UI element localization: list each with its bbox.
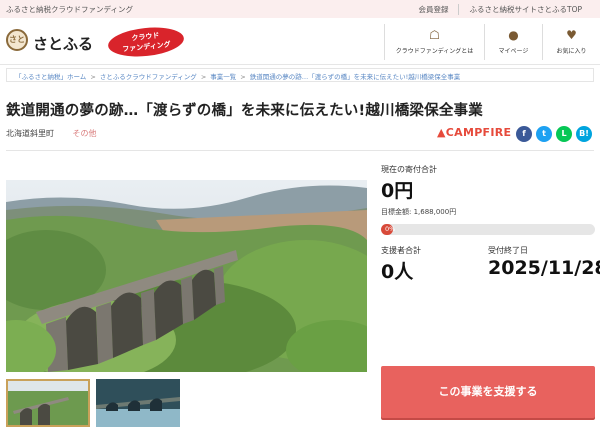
register-link[interactable]: 会員登録 — [408, 4, 458, 15]
project-location[interactable]: 北海道斜里町 — [6, 129, 54, 138]
thumbnail-image — [8, 381, 88, 425]
fire-icon: ▲ — [437, 126, 446, 139]
supporters-label: 支援者合計 — [381, 246, 421, 255]
satofull-top-link[interactable]: ふるさと納税サイトさとふるTOP — [458, 4, 592, 15]
site-label: ふるさと納税クラウドファンディング — [6, 5, 133, 14]
facebook-share-icon[interactable]: f — [516, 126, 532, 142]
project-category[interactable]: その他 — [73, 129, 97, 138]
header-nav: ☖ クラウドファンディングとは ● マイページ ♥ お気に入り — [384, 24, 600, 60]
building-icon: ☖ — [429, 28, 440, 42]
support-project-button[interactable]: この事業を支援する — [381, 366, 595, 418]
partner-name: CAMPFIRE — [445, 126, 512, 139]
nav-label: マイページ — [498, 48, 529, 55]
project-meta: 北海道斜里町 その他 — [6, 128, 97, 139]
breadcrumb: 「ふるさと納税」ホーム > さとふるクラウドファンディング > 事業一覧 > 鉄道開通の夢の… — [6, 68, 594, 82]
crowdfunding-badge[interactable]: クラウド ファンディング — [106, 24, 186, 60]
top-bar: ふるさと納税クラウドファンディング 会員登録 ふるさと納税サイトさとふるTOP — [0, 0, 600, 18]
thumbnail-bridge-photo[interactable] — [6, 379, 90, 427]
heart-icon: ♥ — [566, 28, 577, 42]
hatena-bookmark-icon[interactable]: B! — [576, 126, 592, 142]
current-total-value: 0円 — [381, 180, 414, 202]
bridge-landscape-image — [6, 180, 367, 372]
person-icon: ● — [508, 28, 519, 42]
breadcrumb-crowdfunding[interactable]: さとふるクラウドファンディング — [100, 73, 197, 81]
share-buttons: f t L B! — [516, 126, 592, 142]
breadcrumb-project-list[interactable]: 事業一覧 — [210, 73, 236, 81]
main-project-photo[interactable] — [6, 180, 367, 372]
logo-mark[interactable]: さと — [6, 29, 28, 51]
deadline-value: 2025/11/28 — [488, 257, 600, 279]
supporters-value: 0人 — [381, 261, 414, 283]
progress-percent: 0% — [385, 225, 396, 233]
nav-label: クラウドファンディングとは — [395, 48, 474, 55]
photo-thumbnails — [6, 379, 180, 427]
nav-mypage[interactable]: ● マイページ — [484, 24, 542, 60]
deadline-label: 受付終了日 — [488, 246, 528, 255]
twitter-share-icon[interactable]: t — [536, 126, 552, 142]
breadcrumb-home[interactable]: 「ふるさと納税」ホーム — [15, 73, 86, 81]
nav-about-crowdfunding[interactable]: ☖ クラウドファンディングとは — [384, 24, 484, 60]
breadcrumb-current[interactable]: 鉄道開通の夢の跡…「渡らずの橋」を未来に伝えたい!越川橋梁保全事業 — [250, 73, 460, 81]
current-total-label: 現在の寄付合計 — [381, 165, 437, 174]
logo-text[interactable]: さとふる — [33, 33, 93, 54]
thumbnail-image — [96, 379, 180, 427]
thumbnail-river-photo[interactable] — [96, 379, 180, 427]
site-header: さと さとふる クラウド ファンディング ☖ クラウドファンディングとは ● マ… — [0, 18, 600, 65]
page-title: 鉄道開通の夢の跡…「渡らずの橋」を未来に伝えたい!越川橋梁保全事業 — [6, 103, 483, 119]
goal-amount: 目標金額: 1,688,000円 — [381, 208, 457, 216]
nav-label: お気に入り — [556, 48, 587, 55]
nav-favorites[interactable]: ♥ お気に入り — [542, 24, 600, 60]
progress-bar: 0% — [381, 224, 595, 235]
breadcrumb-separator: > — [90, 73, 96, 81]
breadcrumb-separator: > — [200, 73, 207, 81]
funding-sidebar: 現在の寄付合計 0円 目標金額: 1,688,000円 0% 支援者合計 0人 … — [381, 164, 600, 284]
divider — [6, 150, 594, 151]
breadcrumb-separator: > — [240, 73, 246, 81]
campfire-logo[interactable]: ▲CAMPFIRE — [437, 126, 511, 139]
line-share-icon[interactable]: L — [556, 126, 572, 142]
